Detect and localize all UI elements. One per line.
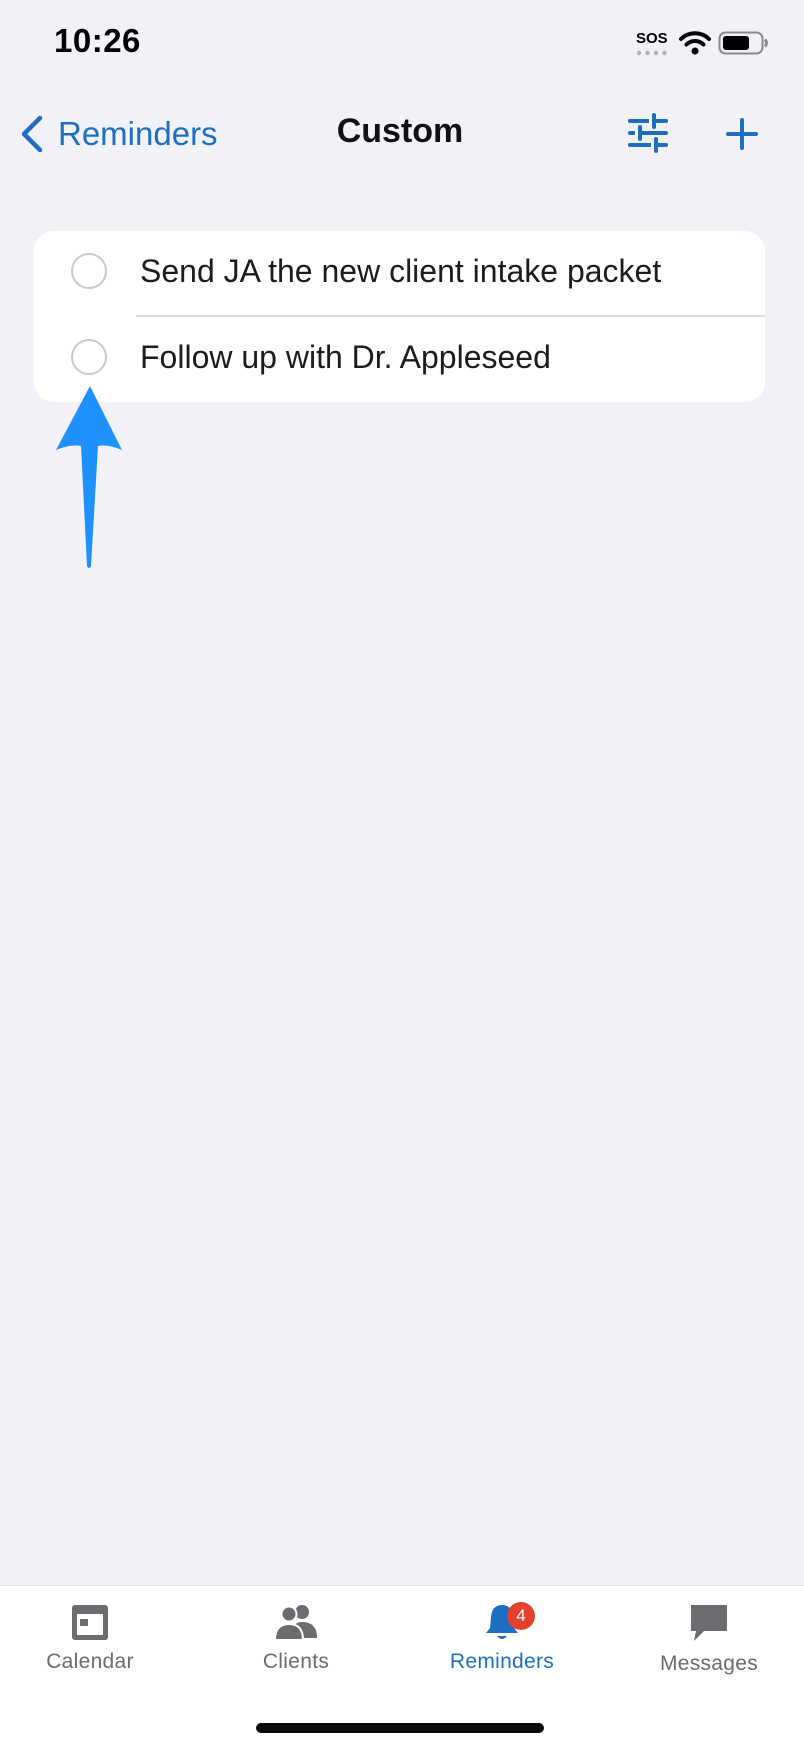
wifi-icon	[679, 31, 711, 55]
tab-label: Calendar	[46, 1650, 134, 1673]
reminder-checkbox[interactable]	[71, 253, 107, 289]
add-icon[interactable]	[724, 112, 760, 154]
notification-badge: 4	[507, 1602, 535, 1630]
tab-label: Messages	[659, 1652, 759, 1675]
signal-dots-icon	[636, 50, 667, 56]
back-button[interactable]: Reminders	[18, 110, 218, 158]
reminder-title: Follow up with Dr. Appleseed	[140, 339, 551, 375]
page-title: Custom	[336, 112, 464, 150]
people-icon	[273, 1605, 317, 1641]
battery-icon	[718, 31, 768, 55]
tab-messages[interactable]: Messages	[619, 1602, 799, 1676]
reminder-row[interactable]: Follow up with Dr. Appleseed	[34, 317, 765, 402]
annotation-arrow-icon	[56, 386, 122, 568]
chat-bubble-icon	[691, 1605, 727, 1641]
back-button-label: Reminders	[58, 115, 218, 152]
tab-label: Reminders	[449, 1650, 555, 1673]
sos-indicator: SOS	[636, 30, 668, 47]
tab-clients[interactable]: Clients	[206, 1602, 386, 1674]
reminder-title: Send JA the new client intake packet	[140, 253, 662, 289]
calendar-icon	[72, 1605, 108, 1640]
tab-label: Clients	[262, 1650, 330, 1673]
tab-reminders[interactable]: 4 Reminders	[412, 1602, 592, 1674]
reminder-list: Send JA the new client intake packet Fol…	[34, 231, 765, 402]
home-indicator[interactable]	[256, 1723, 544, 1733]
reminder-row[interactable]: Send JA the new client intake packet	[34, 231, 765, 317]
tab-calendar[interactable]: Calendar	[0, 1602, 180, 1674]
filter-sliders-icon[interactable]	[628, 112, 668, 154]
reminder-checkbox[interactable]	[71, 339, 107, 375]
chevron-left-icon	[21, 115, 43, 153]
status-time: 10:26	[54, 22, 141, 59]
